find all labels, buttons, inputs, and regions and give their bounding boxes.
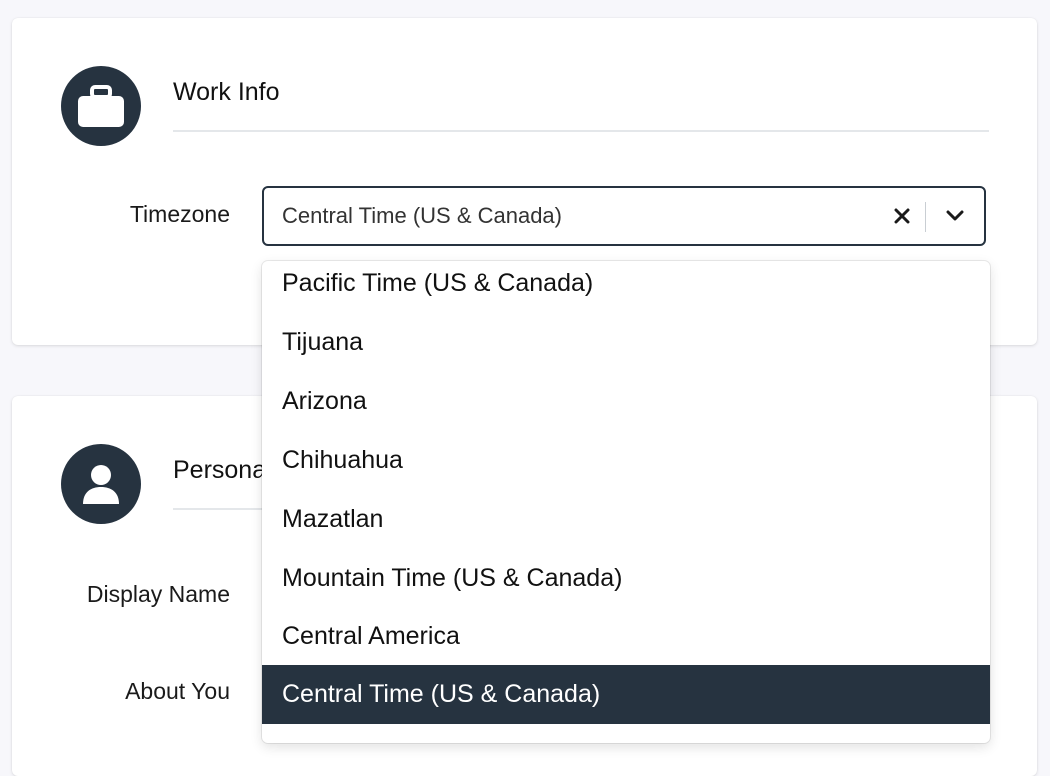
work-info-avatar bbox=[61, 66, 141, 146]
timezone-select[interactable]: Central Time (US & Canada) bbox=[262, 186, 986, 246]
display-name-label: Display Name bbox=[86, 581, 230, 607]
briefcase-icon bbox=[78, 85, 124, 127]
timezone-option[interactable]: Arizona bbox=[262, 372, 990, 431]
user-icon bbox=[83, 465, 119, 504]
work-info-title: Work Info bbox=[173, 74, 989, 132]
timezone-dropdown-menu[interactable]: Pacific Time (US & Canada) Tijuana Arizo… bbox=[262, 261, 990, 743]
dropdown-toggle-button[interactable] bbox=[940, 202, 970, 230]
close-icon bbox=[894, 208, 910, 224]
timezone-option[interactable]: Tijuana bbox=[262, 313, 990, 372]
clear-selection-button[interactable] bbox=[888, 202, 916, 230]
timezone-select-value: Central Time (US & Canada) bbox=[282, 203, 562, 228]
select-separator bbox=[925, 202, 926, 232]
timezone-option[interactable]: Mazatlan bbox=[262, 490, 990, 549]
timezone-option-selected[interactable]: Central Time (US & Canada) bbox=[262, 665, 990, 724]
timezone-option[interactable]: Pacific Time (US & Canada) bbox=[262, 261, 990, 313]
chevron-down-icon bbox=[946, 210, 964, 221]
timezone-option[interactable]: Chihuahua bbox=[262, 431, 990, 490]
about-you-label: About You bbox=[125, 678, 230, 704]
timezone-option[interactable]: Mountain Time (US & Canada) bbox=[262, 549, 990, 608]
timezone-option[interactable]: Central America bbox=[262, 607, 990, 666]
personal-info-avatar bbox=[61, 444, 141, 524]
timezone-label: Timezone bbox=[129, 201, 230, 227]
